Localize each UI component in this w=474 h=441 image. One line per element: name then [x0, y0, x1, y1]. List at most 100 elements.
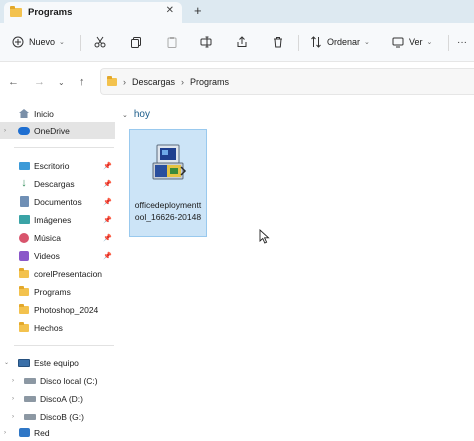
file-item[interactable]: officedeploymenttool_16626-20148: [129, 129, 207, 237]
sidebar-item-disco-a[interactable]: › DiscoA (D:): [0, 390, 116, 407]
recent-chevron-icon[interactable]: ⌄: [58, 78, 65, 87]
drive-icon: [24, 413, 36, 420]
sidebar-item-disco-local-c[interactable]: › Disco local (C:): [0, 372, 116, 389]
breadcrumb-chevron-icon[interactable]: ›: [181, 77, 184, 87]
view-icon: [392, 37, 404, 48]
sidebar-item-label: Programs: [34, 286, 71, 297]
view-button[interactable]: Ver ⌄: [392, 32, 432, 52]
tab-programs[interactable]: Programs ✕: [4, 2, 182, 23]
sidebar-item-label: Photoshop_2024: [34, 304, 99, 315]
folder-icon: [19, 267, 29, 278]
sidebar-item-photoshop[interactable]: Photoshop_2024: [0, 301, 116, 318]
file-name: officedeploymenttool_16626-20148: [134, 200, 202, 222]
command-bar: Nuevo ⌄ Ordenar ⌄ Ver ⌄ ···: [0, 23, 474, 62]
rename-button[interactable]: [200, 32, 212, 52]
new-tab-button[interactable]: +: [194, 3, 202, 18]
group-label: hoy: [133, 109, 150, 120]
delete-button[interactable]: [272, 32, 284, 52]
sidebar-item-hechos[interactable]: Hechos: [0, 319, 116, 336]
new-button-label: Nuevo: [29, 37, 56, 47]
expand-chevron-icon[interactable]: ›: [12, 396, 14, 402]
share-icon: [237, 36, 247, 47]
chevron-down-icon: ⌄: [59, 39, 65, 46]
sort-button[interactable]: Ordenar ⌄: [310, 32, 370, 52]
toolbar-divider: [298, 35, 299, 51]
home-icon: [19, 109, 29, 118]
pin-icon: 📌: [103, 234, 112, 242]
sidebar-item-este-equipo[interactable]: ⌄ Este equipo: [0, 354, 116, 371]
sidebar-item-label: OneDrive: [34, 125, 70, 136]
expand-chevron-icon[interactable]: ›: [12, 378, 14, 384]
chevron-down-icon: ⌄: [122, 111, 128, 119]
expand-chevron-icon[interactable]: ›: [4, 430, 6, 436]
close-tab-icon[interactable]: ✕: [166, 5, 174, 16]
videos-icon: [19, 250, 29, 261]
plus-circle-icon: [12, 36, 24, 48]
paste-button[interactable]: [166, 32, 178, 52]
mouse-cursor-icon: [259, 229, 270, 244]
navigation-pane: Inicio › OneDrive Escritorio 📌 ↓ Descarg…: [0, 102, 118, 441]
sidebar-item-label: DiscoA (D:): [40, 393, 83, 404]
sidebar-item-documentos[interactable]: Documentos 📌: [0, 193, 116, 210]
sort-icon: [311, 36, 321, 48]
up-arrow-icon[interactable]: ↑: [79, 76, 85, 88]
breadcrumb-programs[interactable]: Programs: [190, 77, 229, 87]
onedrive-icon: [18, 126, 30, 135]
pin-icon: 📌: [103, 252, 112, 260]
copy-button[interactable]: [130, 32, 142, 52]
sidebar-item-imagenes[interactable]: Imágenes 📌: [0, 211, 116, 228]
expand-chevron-icon[interactable]: ›: [4, 128, 6, 134]
address-bar[interactable]: › Descargas › Programs: [100, 68, 474, 95]
tab-title: Programs: [28, 7, 73, 18]
sidebar-item-corelpresentacion[interactable]: corelPresentacion: [0, 265, 116, 282]
toolbar-divider: [448, 35, 449, 51]
sidebar-item-onedrive[interactable]: › OneDrive: [0, 122, 115, 139]
folder-icon: [19, 321, 29, 332]
pin-icon: 📌: [103, 198, 112, 206]
sidebar-item-label: Este equipo: [34, 357, 79, 368]
title-bar: Programs ✕ +: [0, 0, 474, 23]
sidebar-item-label: Hechos: [34, 322, 63, 333]
sidebar-item-musica[interactable]: Música 📌: [0, 229, 116, 246]
group-header-today[interactable]: ⌄ hoy: [122, 109, 150, 120]
sidebar-item-red[interactable]: › Red: [0, 424, 116, 441]
share-button[interactable]: [236, 32, 248, 52]
cut-button[interactable]: [94, 32, 106, 52]
this-pc-icon: [18, 358, 30, 367]
downloads-icon: ↓: [21, 177, 27, 189]
back-arrow-icon[interactable]: ←: [8, 76, 19, 88]
desktop-icon: [18, 161, 30, 170]
documents-icon: [19, 196, 29, 207]
sidebar-item-programs[interactable]: Programs: [0, 283, 116, 300]
forward-arrow-icon[interactable]: →: [34, 76, 45, 88]
folder-icon: [107, 75, 117, 86]
sidebar-divider: [14, 147, 114, 148]
expand-chevron-icon[interactable]: ›: [12, 414, 14, 420]
sidebar-item-label: Documentos: [34, 196, 82, 207]
drive-icon: [24, 377, 36, 384]
sort-button-label: Ordenar: [327, 37, 361, 47]
toolbar-divider: [80, 35, 81, 51]
sidebar-item-label: Imágenes: [34, 214, 72, 225]
scissors-icon: [94, 36, 106, 48]
pin-icon: 📌: [103, 162, 112, 170]
folder-icon: [19, 285, 29, 296]
expand-chevron-icon[interactable]: ⌄: [4, 359, 9, 366]
file-list: ⌄ hoy officedeploymenttool_16626-20148: [118, 102, 474, 441]
sidebar-item-disco-b[interactable]: › DiscoB (G:): [0, 408, 116, 425]
sidebar-item-videos[interactable]: Videos 📌: [0, 247, 116, 264]
more-options-button[interactable]: ···: [457, 32, 467, 52]
sidebar-item-inicio[interactable]: Inicio: [0, 105, 116, 122]
sidebar-item-escritorio[interactable]: Escritorio 📌: [0, 157, 116, 174]
sidebar-item-label: Videos: [34, 250, 60, 261]
new-button[interactable]: Nuevo ⌄: [12, 32, 65, 52]
chevron-down-icon: ⌄: [364, 39, 370, 46]
sidebar-divider: [14, 345, 114, 346]
sidebar-item-label: Escritorio: [34, 160, 70, 171]
breadcrumb-chevron-icon[interactable]: ›: [123, 77, 126, 87]
installer-icon: [152, 144, 187, 180]
sidebar-item-descargas[interactable]: ↓ Descargas 📌: [0, 175, 116, 192]
sidebar-item-label: corelPresentacion: [34, 268, 103, 279]
chevron-down-icon: ⌄: [426, 39, 433, 46]
breadcrumb-downloads[interactable]: Descargas: [132, 77, 175, 87]
